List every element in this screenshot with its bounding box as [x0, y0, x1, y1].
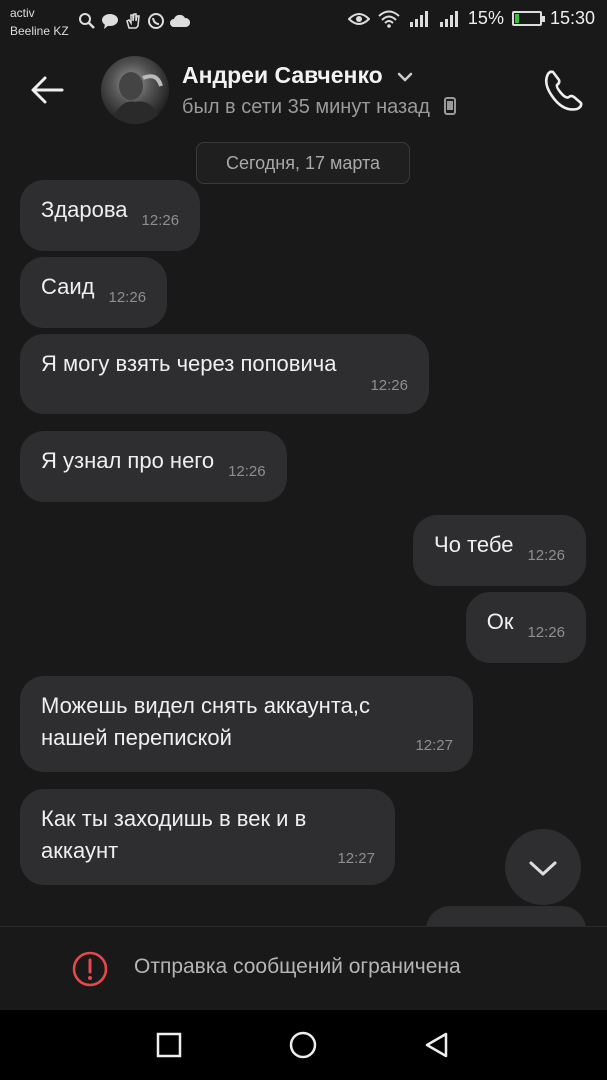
- message-bubble-incoming[interactable]: Я могу взять через поповича 12:26: [20, 334, 429, 414]
- message-bubble-outgoing[interactable]: Ок 12:26: [465, 592, 586, 663]
- mobile-device-icon: [443, 97, 456, 115]
- message-bubble-outgoing[interactable]: Чо тебе 12:26: [413, 515, 586, 586]
- whatsapp-icon: [148, 13, 164, 29]
- message-bubble-incoming[interactable]: Я узнал про него 12:26: [20, 431, 287, 502]
- home-icon[interactable]: [288, 1030, 318, 1060]
- message-time: 12:26: [108, 289, 147, 306]
- system-navigation-bar: [0, 1010, 607, 1080]
- message-text-line: Как ты заходишь в век и в: [41, 806, 307, 831]
- recent-apps-icon[interactable]: [154, 1030, 184, 1060]
- eye-icon: [347, 12, 370, 25]
- notification-icons: [78, 12, 190, 30]
- message-time: 12:26: [228, 463, 266, 480]
- restriction-text: Отправка сообщений ограничена: [134, 955, 461, 978]
- chat-icon: [102, 14, 118, 29]
- avatar-photo: [109, 72, 163, 124]
- message-time: 12:26: [527, 547, 565, 564]
- message-bubble-incoming[interactable]: Как ты заходишь в век и в аккаунт 12:27: [20, 789, 395, 885]
- message-time: 12:27: [415, 737, 453, 754]
- carrier-line1: activ: [10, 6, 35, 20]
- nav-back-icon[interactable]: [422, 1030, 452, 1060]
- message-bubble-incoming[interactable]: Саид 12:26: [20, 257, 168, 328]
- clock: 15:30: [549, 8, 595, 28]
- wifi-icon: [378, 10, 400, 28]
- battery-percent: 15%: [467, 8, 504, 28]
- carrier-line2: Beeline KZ: [10, 24, 69, 38]
- scroll-to-bottom-button[interactable]: [505, 829, 581, 905]
- contact-name-text: Андреи Савченко: [182, 62, 383, 88]
- message-time: 12:27: [337, 850, 375, 867]
- chevron-down-icon[interactable]: [397, 72, 413, 82]
- status-bar: activ Beeline KZ 15% 15:30: [0, 0, 607, 44]
- message-text: Я узнал про него: [41, 448, 215, 473]
- signal-icon: [409, 10, 428, 27]
- message-text-line: аккаунт: [41, 838, 119, 863]
- chevron-down-icon: [529, 861, 557, 876]
- cloud-icon: [170, 14, 190, 27]
- battery-icon: [511, 11, 545, 26]
- message-text: Чо тебе: [434, 532, 514, 557]
- last-seen-status: был в сети 35 минут назад: [182, 96, 456, 119]
- back-arrow-icon[interactable]: [28, 70, 68, 110]
- avatar[interactable]: [101, 56, 169, 124]
- message-bubble-incoming[interactable]: Здарова 12:26: [20, 180, 201, 251]
- message-text-line: нашей перепиской: [41, 725, 232, 750]
- call-icon[interactable]: [543, 68, 583, 112]
- message-text: Здарова: [41, 197, 128, 222]
- hand-icon: [126, 13, 140, 29]
- carrier-info: activ Beeline KZ: [10, 4, 69, 40]
- restriction-notice: Отправка сообщений ограничена: [0, 926, 607, 1011]
- message-text-line: Можешь видел снять аккаунта,с: [41, 693, 371, 718]
- message-time: 12:26: [527, 624, 565, 641]
- contact-name[interactable]: Андреи Савченко: [182, 62, 413, 89]
- date-separator: Сегодня, 17 марта: [196, 142, 410, 184]
- signal-icon: [439, 10, 458, 27]
- chat-header: Андреи Савченко был в сети 35 минут наза…: [0, 44, 607, 140]
- search-icon: [79, 13, 95, 29]
- message-text: Ок: [486, 609, 514, 634]
- warning-icon: [72, 951, 108, 987]
- message-time: 12:26: [141, 212, 180, 229]
- last-seen-text: был в сети 35 минут назад: [182, 96, 430, 118]
- message-bubble-incoming[interactable]: Можешь видел снять аккаунта,с нашей пере…: [20, 676, 473, 772]
- system-indicators: 15% 15:30: [347, 8, 595, 29]
- message-text: Саид: [41, 274, 95, 299]
